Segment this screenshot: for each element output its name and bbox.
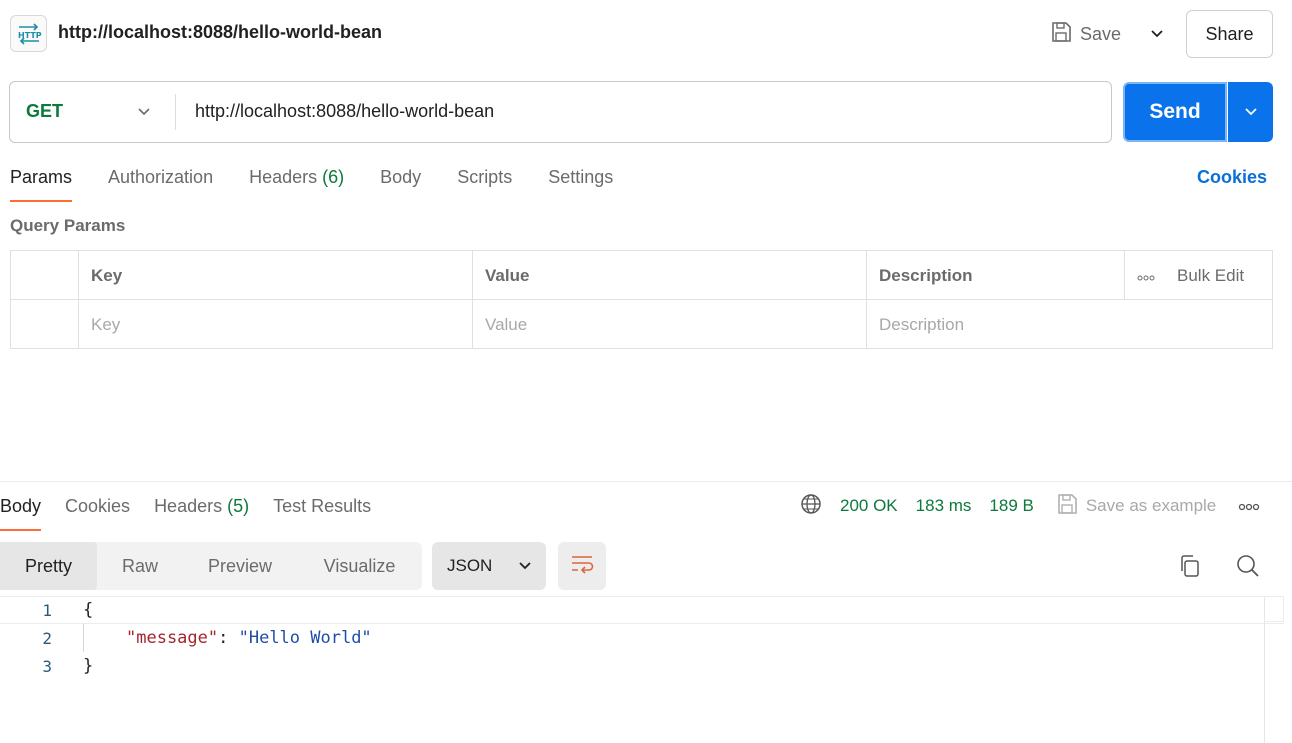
wrap-lines-icon	[570, 554, 594, 579]
response-tabs: Body Cookies Headers (5) Test Results	[0, 496, 395, 531]
response-pane-divider[interactable]	[0, 481, 1292, 482]
value-input[interactable]: Value	[472, 300, 866, 349]
view-visualize[interactable]: Visualize	[297, 542, 422, 590]
more-options-icon[interactable]	[1238, 496, 1260, 516]
tab-response-body[interactable]: Body	[0, 496, 42, 531]
view-pretty[interactable]: Pretty	[0, 542, 97, 590]
copy-icon[interactable]	[1175, 552, 1203, 580]
wrap-lines-button[interactable]	[558, 542, 606, 590]
response-time[interactable]: 183 ms	[916, 496, 972, 516]
json-colon: :	[218, 628, 239, 648]
code-line: 1 {	[0, 596, 1284, 624]
headers-count-badge: (6)	[322, 167, 345, 187]
chevron-down-icon[interactable]	[132, 100, 156, 124]
search-icon[interactable]	[1234, 552, 1262, 580]
tab-headers-label: Headers	[249, 167, 318, 187]
view-mode-segment: Pretty Raw Preview Visualize	[0, 542, 422, 590]
line-number: 3	[42, 656, 52, 676]
json-string-value: "Hello World"	[238, 628, 372, 648]
scrollbar-corner	[1264, 596, 1284, 622]
more-options-icon[interactable]	[1137, 266, 1155, 286]
divider	[175, 94, 176, 130]
table-row: Key Value Description	[11, 300, 1272, 349]
format-select[interactable]: JSON	[432, 542, 546, 590]
tab-body[interactable]: Body	[380, 167, 421, 202]
save-icon	[1056, 493, 1078, 520]
row-checkbox-cell	[11, 300, 78, 349]
tab-settings[interactable]: Settings	[548, 167, 613, 202]
send-options-chevron-icon[interactable]	[1228, 82, 1273, 142]
bulk-edit-button[interactable]: Bulk Edit	[1124, 251, 1272, 300]
save-label: Save	[1080, 23, 1122, 44]
table-header-row: Key Value Description Bulk Edit	[11, 251, 1272, 300]
chevron-down-icon	[518, 556, 532, 576]
save-as-example-button[interactable]: Save as example	[1056, 493, 1216, 520]
response-status-bar: 200 OK 183 ms 189 B Save as example	[800, 493, 1260, 520]
code-text: "message": "Hello World"	[126, 628, 372, 648]
tab-response-cookies[interactable]: Cookies	[65, 496, 130, 531]
status-code[interactable]: 200 OK	[840, 496, 898, 516]
tab-headers[interactable]: Headers (6)	[249, 167, 344, 202]
request-title[interactable]: http://localhost:8088/hello-world-bean	[58, 22, 382, 43]
view-raw[interactable]: Raw	[97, 542, 183, 590]
line-number: 1	[42, 600, 52, 620]
response-size[interactable]: 189 B	[989, 496, 1033, 516]
send-button[interactable]: Send	[1123, 82, 1227, 142]
share-button[interactable]: Share	[1186, 10, 1273, 58]
tab-params[interactable]: Params	[10, 167, 73, 202]
json-key: "message"	[126, 628, 219, 648]
url-input[interactable]	[195, 101, 1075, 122]
svg-text:HTTP: HTTP	[18, 31, 42, 40]
code-text: {	[83, 600, 94, 620]
globe-icon[interactable]	[800, 493, 822, 520]
request-tabs: Params Authorization Headers (6) Body Sc…	[10, 167, 649, 202]
view-preview[interactable]: Preview	[183, 542, 297, 590]
method-select[interactable]: GET	[26, 101, 63, 122]
code-text: }	[83, 656, 94, 676]
tab-response-headers[interactable]: Headers (5)	[154, 496, 249, 531]
save-options-chevron-icon[interactable]	[1143, 20, 1171, 48]
tab-response-headers-label: Headers	[154, 496, 223, 516]
tab-authorization[interactable]: Authorization	[108, 167, 213, 202]
checkbox-column-header	[11, 251, 78, 300]
code-line: 2 "message": "Hello World"	[0, 624, 1284, 652]
save-icon	[1050, 21, 1072, 48]
tab-scripts[interactable]: Scripts	[457, 167, 512, 202]
format-select-label: JSON	[447, 556, 493, 575]
save-button[interactable]: Save	[1050, 18, 1121, 50]
query-params-table: Key Value Description Bulk Edit Key Valu…	[10, 250, 1273, 349]
line-number: 2	[42, 628, 52, 648]
query-params-heading: Query Params	[10, 216, 126, 235]
response-body-editor[interactable]: 1 { 2 "message": "Hello World" 3 }	[0, 596, 1292, 743]
tab-test-results[interactable]: Test Results	[273, 496, 371, 531]
description-column-header: Description	[866, 251, 1124, 300]
key-column-header: Key	[78, 251, 472, 300]
save-as-example-label: Save as example	[1085, 496, 1217, 515]
description-input[interactable]: Description	[866, 300, 1272, 349]
response-headers-count-badge: (5)	[227, 496, 250, 516]
http-request-icon: HTTP	[10, 15, 47, 52]
key-input[interactable]: Key	[78, 300, 472, 349]
code-line: 3 }	[0, 652, 1284, 680]
bulk-edit-label: Bulk Edit	[1177, 265, 1245, 285]
value-column-header: Value	[472, 251, 866, 300]
cookies-link[interactable]: Cookies	[1197, 167, 1267, 188]
